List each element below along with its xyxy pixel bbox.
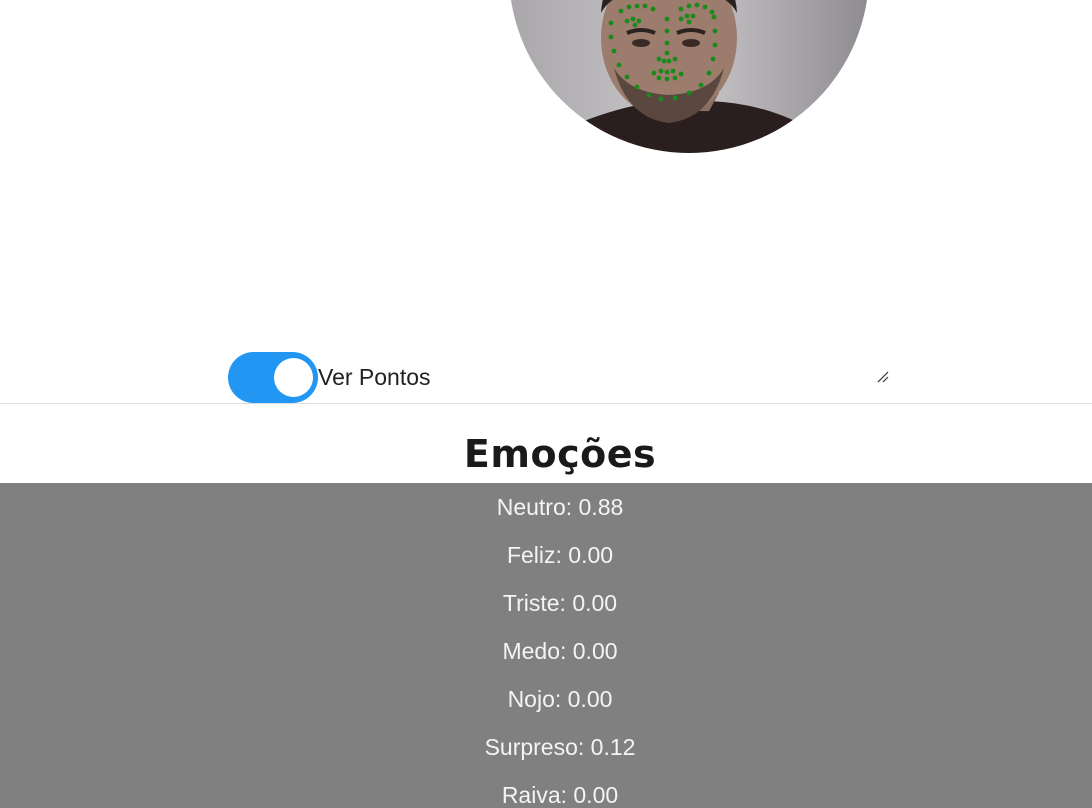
emotion-surprise: Surpreso: 0.12	[484, 734, 636, 760]
show-points-toggle[interactable]	[228, 352, 318, 403]
show-points-label: Ver Pontos	[318, 364, 431, 390]
emotion-happy: Feliz: 0.00	[506, 542, 614, 568]
emotion-neutral: Neutro: 0.88	[496, 494, 624, 520]
webcam-container	[500, 0, 880, 153]
emotion-fear: Medo: 0.00	[502, 638, 618, 664]
divider	[0, 403, 1092, 404]
webcam-feed	[509, 0, 869, 153]
emotions-list: Neutro: 0.88 Feliz: 0.00 Triste: 0.00 Me…	[0, 491, 1092, 808]
show-points-toggle-row: Ver Pontos	[228, 352, 431, 403]
toggle-knob	[274, 358, 313, 397]
app-root: Ver Pontos Emoções Neutro: 0.88 Feliz: 0…	[0, 0, 1092, 808]
emotions-title: Emoções	[463, 432, 657, 476]
emotion-anger: Raiva: 0.00	[501, 782, 619, 808]
emotion-disgust: Nojo: 0.00	[507, 686, 613, 712]
resize-handle-icon[interactable]	[876, 370, 890, 384]
webcam-image	[509, 0, 869, 153]
emotions-panel: Neutro: 0.88 Feliz: 0.00 Triste: 0.00 Me…	[0, 483, 1092, 808]
emotion-sad: Triste: 0.00	[502, 590, 618, 616]
